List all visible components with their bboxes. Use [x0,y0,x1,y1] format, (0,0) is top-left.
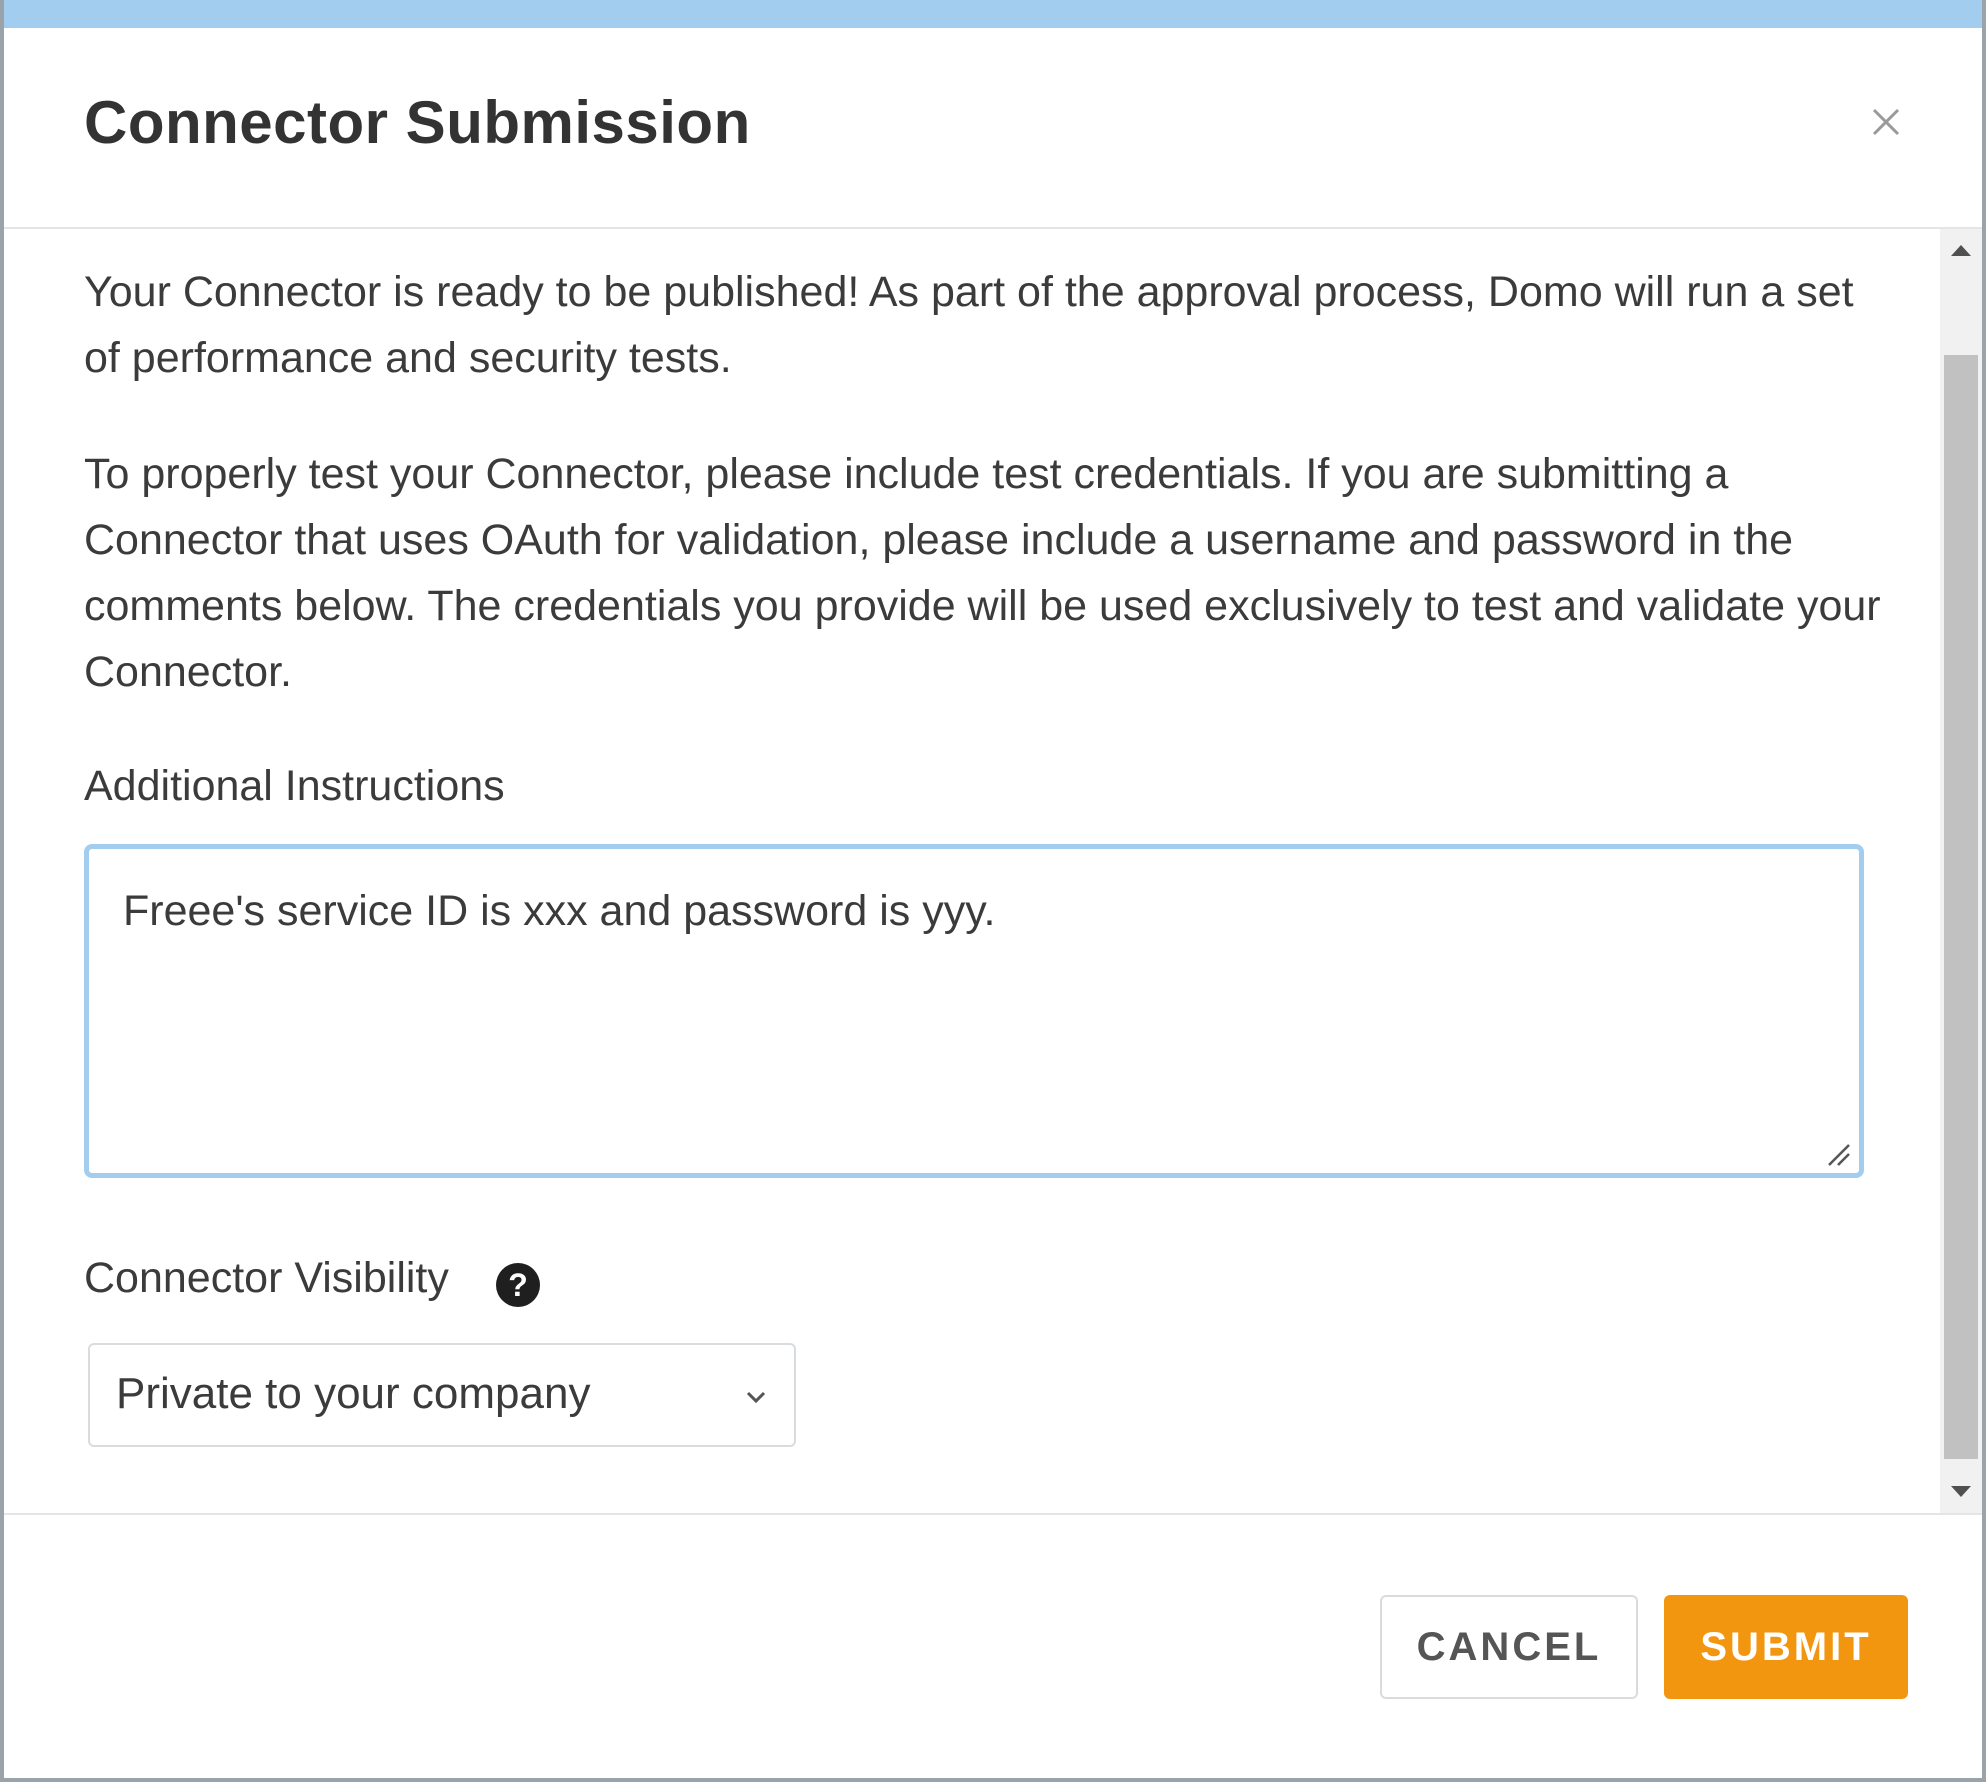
cancel-button[interactable]: CANCEL [1380,1595,1638,1699]
chevron-down-icon [746,1391,766,1404]
submit-button[interactable]: SUBMIT [1664,1595,1908,1699]
additional-instructions-textarea[interactable]: Freee's service ID is xxx and password i… [84,844,1864,1178]
dialog-top-strip [4,0,1982,28]
intro-paragraph: Your Connector is ready to be published!… [84,268,1854,382]
connector-visibility-value: Private to your company [116,1369,591,1418]
resize-handle-icon[interactable] [1825,1141,1851,1167]
scrollbar-thumb[interactable] [1944,355,1978,1459]
connector-visibility-label: Connector Visibility [84,1254,449,1302]
dialog-footer: CANCEL SUBMIT [4,1513,1982,1780]
vertical-scrollbar[interactable] [1940,229,1982,1513]
connector-visibility-select[interactable]: Private to your company [88,1343,796,1447]
help-icon[interactable]: ? [496,1263,540,1307]
close-icon [1872,108,1900,136]
dialog-title: Connector Submission [84,89,751,156]
credentials-paragraph: To properly test your Connector, please … [84,450,1881,696]
scroll-down-arrow-icon[interactable] [1940,1471,1982,1513]
connector-submission-dialog: Connector Submission Your Connector is r… [0,0,1986,1782]
dialog-body: Your Connector is ready to be published!… [4,229,1940,1513]
dialog-header: Connector Submission [4,28,1982,229]
additional-instructions-label: Additional Instructions [84,762,505,810]
additional-instructions-value: Freee's service ID is xxx and password i… [123,887,996,935]
scroll-up-arrow-icon[interactable] [1940,229,1982,271]
close-button[interactable] [1862,98,1910,146]
